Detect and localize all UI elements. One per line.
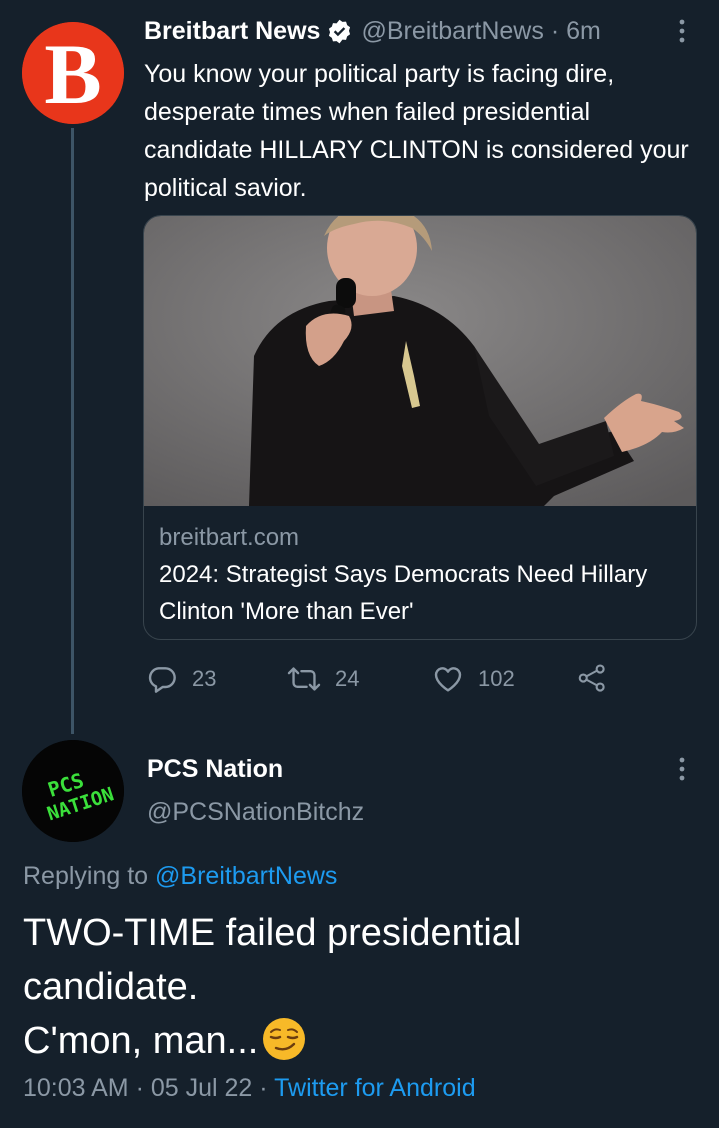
reply-count: 23 [192, 666, 217, 691]
reply-more-options-button[interactable] [672, 756, 692, 786]
verified-badge-icon [329, 19, 351, 44]
like-count: 102 [478, 666, 515, 691]
like-button[interactable]: 102 [432, 663, 515, 695]
reply-text-line: C'mon, man... [23, 1020, 259, 1062]
share-icon [578, 664, 605, 692]
reply-author-name[interactable]: PCS Nation [147, 755, 283, 784]
replying-prefix: Replying to [23, 862, 149, 890]
more-vertical-icon [679, 757, 685, 781]
more-vertical-icon [679, 19, 685, 43]
retweet-icon [287, 667, 321, 691]
replying-to-line: Replying to @BreitbartNews [23, 862, 337, 891]
card-image [144, 216, 696, 506]
card-domain: breitbart.com [159, 524, 300, 551]
replying-to-link[interactable]: @BreitbartNews [155, 862, 337, 890]
tweet-date[interactable]: 05 Jul 22 [151, 1074, 252, 1102]
author-handle[interactable]: @BreitbartNews [361, 17, 543, 46]
breitbart-avatar[interactable]: B [22, 22, 124, 124]
header-separator: · [550, 17, 560, 45]
retweet-count: 24 [335, 666, 360, 691]
reply-author-handle[interactable]: @PCSNationBitchz [147, 798, 364, 827]
tweet-text: You know your political party is facing … [144, 60, 689, 202]
reply-text-line-3: C'mon, man... [23, 1014, 683, 1068]
reply-button[interactable]: 23 [146, 663, 216, 695]
thread-connector-line [71, 128, 74, 734]
more-options-button[interactable] [672, 18, 692, 48]
link-preview-card[interactable]: breitbart.com 2024: Strategist Says Demo… [143, 215, 697, 640]
reply-text-line: candidate. [23, 966, 199, 1008]
author-name[interactable]: Breitbart News [144, 17, 320, 46]
tweet-source[interactable]: Twitter for Android [274, 1074, 475, 1102]
reply-text-line: TWO-TIME failed presidential [23, 912, 522, 954]
avatar-logo-letter: B [44, 26, 101, 122]
meta-separator: · [135, 1074, 144, 1102]
reply-icon [148, 667, 176, 693]
tweet-meta: 10:03 AM · 05 Jul 22 · Twitter for Andro… [23, 1074, 476, 1103]
reply-text: TWO-TIME failed presidential candidate. … [23, 906, 683, 1068]
meta-separator: · [259, 1074, 268, 1102]
card-title: 2024: Strategist Says Democrats Need Hil… [159, 561, 648, 625]
tweet-time-ago[interactable]: 6m [566, 17, 601, 46]
smirk-emoji-icon [263, 1018, 306, 1060]
retweet-button[interactable]: 24 [287, 663, 359, 695]
tweet-header: Breitbart News @BreitbartNews · 6m [144, 17, 601, 46]
pcs-nation-avatar[interactable]: PCS NATION [22, 740, 124, 842]
like-icon [434, 667, 462, 692]
tweet-time[interactable]: 10:03 AM [23, 1074, 129, 1102]
share-button[interactable] [577, 663, 621, 693]
